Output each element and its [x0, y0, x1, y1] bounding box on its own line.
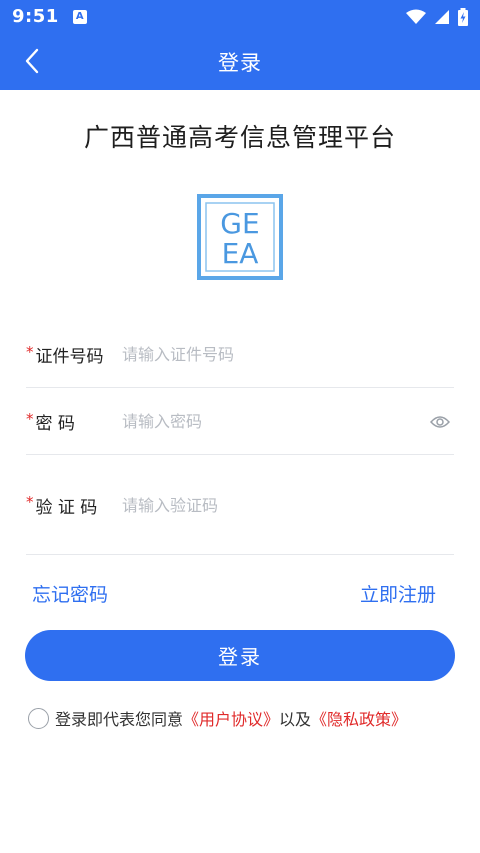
forgot-password-link[interactable]: 忘记密码: [32, 580, 108, 607]
captcha-label: * 验 证 码: [26, 493, 122, 518]
captcha-label-text: 验 证 码: [35, 497, 98, 518]
password-row: * 密 码: [26, 389, 454, 455]
logo-bottom-text: EA: [222, 237, 259, 270]
logo-top-text: GE: [220, 207, 259, 240]
platform-title: 广西普通高考信息管理平台: [83, 123, 396, 152]
captcha-input[interactable]: [122, 495, 454, 515]
back-button[interactable]: [14, 43, 50, 79]
agreement-row: 登录即代表您同意 《用户协议》 以及 《隐私政策》: [28, 706, 407, 730]
required-mark: *: [26, 493, 34, 511]
status-indicators: [406, 7, 468, 26]
app-notification-icon: A: [72, 9, 87, 24]
password-input[interactable]: [122, 412, 428, 431]
status-bar: 9:51 A: [0, 0, 480, 33]
user-agreement-link[interactable]: 《用户协议》: [183, 706, 279, 730]
password-label-text: 密 码: [35, 414, 75, 434]
geea-logo: GE EA: [197, 194, 283, 280]
required-mark: *: [26, 342, 34, 361]
status-time: 9:51: [12, 6, 59, 27]
required-mark: *: [26, 409, 34, 428]
agreement-middle: 以及: [279, 710, 312, 729]
wifi-icon: [406, 9, 426, 24]
privacy-policy-link[interactable]: 《隐私政策》: [311, 706, 407, 730]
title-bar: 登录: [0, 33, 480, 90]
show-password-toggle[interactable]: [428, 410, 452, 434]
captcha-row: * 验 证 码: [26, 456, 454, 555]
eye-icon: [430, 415, 450, 428]
login-button[interactable]: 登录: [25, 630, 455, 681]
chevron-left-icon: [25, 48, 39, 74]
page-title: 登录: [218, 50, 262, 75]
password-label: * 密 码: [26, 409, 122, 435]
register-link[interactable]: 立即注册: [360, 580, 436, 607]
battery-charging-icon: [458, 7, 468, 26]
id-number-row: * 证件号码: [26, 322, 454, 388]
id-number-label-text: 证件号码: [35, 347, 104, 367]
id-number-input[interactable]: [122, 345, 454, 364]
agreement-checkbox[interactable]: [28, 707, 49, 729]
id-number-label: * 证件号码: [26, 342, 122, 368]
agreement-prefix: 登录即代表您同意: [55, 710, 184, 729]
cellular-signal-icon: [435, 9, 449, 24]
